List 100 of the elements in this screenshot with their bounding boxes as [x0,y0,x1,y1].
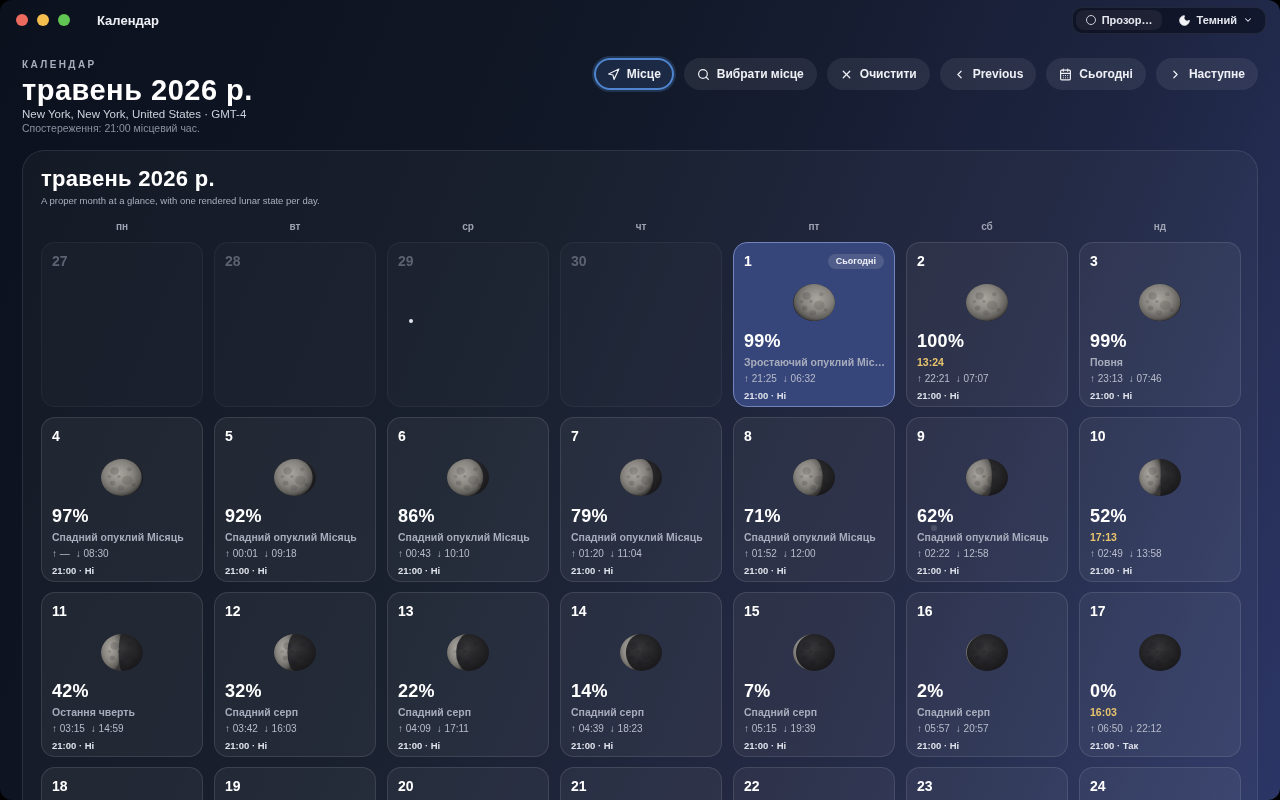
day-number: 1 [744,253,752,269]
illumination-percent: 99% [744,331,782,351]
day-number: 22 [744,778,760,794]
day-cell[interactable]: 20 [387,767,549,800]
observation-status: 21:00 · Ні [225,564,269,578]
observation-status: 21:00 · Ні [744,739,788,753]
observation-time-text: Спостереження: 21:00 місцевий час. [22,122,201,135]
phase-event-time: 13:24 [917,355,945,369]
day-number: 5 [225,428,233,444]
day-cell[interactable]: 21 [560,767,722,800]
moonrise-time: ↑ 21:25 [744,372,777,386]
day-cell[interactable]: 2 100% 13:24 ↑ 22:21 ↓ 07:07 21:00 · Ні [906,242,1068,407]
moonrise-time: ↑ 23:13 [1090,372,1123,386]
day-cell[interactable]: 23 [906,767,1068,800]
observation-status: 21:00 · Ні [1090,564,1134,578]
day-cell[interactable]: 3 99% Повня ↑ 23:13 ↓ 07:46 21:00 · Ні [1079,242,1241,407]
day-cell[interactable]: 19 [214,767,376,800]
day-number: 2 [917,253,925,269]
weekday-label: ср [462,221,474,232]
phase-label: Спадний серп [398,705,473,719]
chevron-down-icon [1243,15,1253,25]
day-cell[interactable]: 18 [41,767,203,800]
illumination-percent: 99% [1090,331,1128,351]
day-cell[interactable]: 4 97% Спадний опуклий Місяць ↑ — ↓ 08:30 21:00 · Ні [41,417,203,582]
maximize-button[interactable] [58,14,70,26]
moonrise-time: ↑ — [52,547,70,561]
day-cell[interactable]: 11 42% Остання чверть ↑ 03:15 ↓ 14:59 21:00 · Ні [41,592,203,757]
day-cell[interactable]: 13 22% Спадний серп ↑ 04:09 ↓ 17:11 21:00 · Ні [387,592,549,757]
illumination-percent: 14% [571,681,609,701]
phase-label: Спадний серп [744,705,819,719]
moonset-time: ↓ 12:58 [955,547,989,561]
close-button[interactable] [16,14,28,26]
day-number: 27 [52,253,68,269]
day-cell[interactable]: 17 0% 16:03 ↑ 06:50 ↓ 22:12 21:00 · Так [1079,592,1241,757]
illumination-percent: 62% [917,506,955,526]
illumination-percent: 52% [1090,506,1128,526]
phase-label: Спадний серп [571,705,646,719]
illumination-percent: 86% [398,506,436,526]
day-cell[interactable]: 10 52% 17:13 ↑ 02:49 ↓ 13:58 21:00 · Ні [1079,417,1241,582]
choose-location-button[interactable]: Вибрати місце [683,58,817,90]
day-cell[interactable]: 9 62% Спадний опуклий Місяць ↑ 02:22 ↓ 12:58 21:00 · Ні [906,417,1068,582]
moonrise-time: ↑ 03:15 [52,722,85,736]
day-number: 12 [225,603,241,619]
transparency-toggle[interactable]: Прозор… [1075,10,1162,30]
observation-status: 21:00 · Так [1090,739,1140,753]
moonrise-time: ↑ 22:21 [917,372,950,386]
day-number: 30 [571,253,587,269]
moonset-time: ↓ 19:39 [782,722,816,736]
phase-label: Спадний опуклий Місяць [744,530,877,544]
day-number: 14 [571,603,587,619]
day-cell[interactable]: 6 86% Спадний опуклий Місяць ↑ 00:43 ↓ 10:10 21:00 · Ні [387,417,549,582]
observation-status: 21:00 · Ні [571,739,615,753]
day-cell[interactable]: 1 Сьогодні 99% Зростаючий опуклий Міс… ↑ 21:25 ↓ 06:32 21:00 · Ні [733,242,895,407]
illumination-percent: 71% [744,506,782,526]
illumination-percent: 2% [917,681,945,701]
illumination-percent: 22% [398,681,436,701]
moon-icon [1177,13,1191,27]
next-month-button[interactable]: Наступне [1155,58,1258,90]
phase-label: Спадний опуклий Місяць [917,530,1050,544]
day-cell[interactable]: 12 32% Спадний серп ↑ 03:42 ↓ 16:03 21:00 · Ні [214,592,376,757]
observation-status: 21:00 · Ні [744,389,788,403]
moonrise-time: ↑ 04:09 [398,722,431,736]
day-cell[interactable]: 5 92% Спадний опуклий Місяць ↑ 00:01 ↓ 09:18 21:00 · Ні [214,417,376,582]
moonrise-time: ↑ 05:15 [744,722,777,736]
moonset-time: ↓ 18:23 [609,722,643,736]
location-button[interactable]: Місце [593,58,674,90]
day-cell[interactable]: 22 [733,767,895,800]
observation-status: 21:00 · Ні [1090,389,1134,403]
weekday-label: нд [1153,221,1167,232]
moonset-time: ↓ 13:58 [1128,547,1162,561]
day-number: 23 [917,778,933,794]
phase-label: Остання чверть [52,705,136,719]
calendar-subtitle: A proper month at a glance, with one rendered lunar state per day. [41,195,321,207]
window-title: Календар [97,12,159,28]
day-cell[interactable]: 7 79% Спадний опуклий Місяць ↑ 01:20 ↓ 11:04 21:00 · Ні [560,417,722,582]
day-number: 11 [52,603,67,619]
today-button[interactable]: Сьогодні [1046,58,1146,90]
moonrise-time: ↑ 00:01 [225,547,258,561]
weekday-label: пн [115,221,129,232]
star-dot-icon [931,525,937,531]
moonset-time: ↓ 07:46 [1128,372,1162,386]
day-cell[interactable]: 15 7% Спадний серп ↑ 05:15 ↓ 19:39 21:00 · Ні [733,592,895,757]
clear-button[interactable]: Очистити [826,58,930,90]
day-number: 16 [917,603,933,619]
day-cell[interactable]: 24 [1079,767,1241,800]
day-cell[interactable]: 14 14% Спадний серп ↑ 04:39 ↓ 18:23 21:00 · Ні [560,592,722,757]
previous-month-button[interactable]: Previous [939,58,1037,90]
day-cell[interactable]: 8 71% Спадний опуклий Місяць ↑ 01:52 ↓ 12:00 21:00 · Ні [733,417,895,582]
weekday-label: пт [808,221,820,232]
phase-label: Спадний опуклий Місяць [52,530,185,544]
theme-dropdown[interactable]: Темний [1167,10,1262,30]
observation-status: 21:00 · Ні [571,564,615,578]
moonrise-time: ↑ 05:57 [917,722,950,736]
day-cell[interactable]: 16 2% Спадний серп ↑ 05:57 ↓ 20:57 21:00 · Ні [906,592,1068,757]
minimize-button[interactable] [37,14,49,26]
observation-status: 21:00 · Ні [398,739,442,753]
illumination-percent: 97% [52,506,90,526]
day-number: 10 [1090,428,1106,444]
phase-label: Спадний опуклий Місяць [398,530,531,544]
observation-status: 21:00 · Ні [52,739,96,753]
